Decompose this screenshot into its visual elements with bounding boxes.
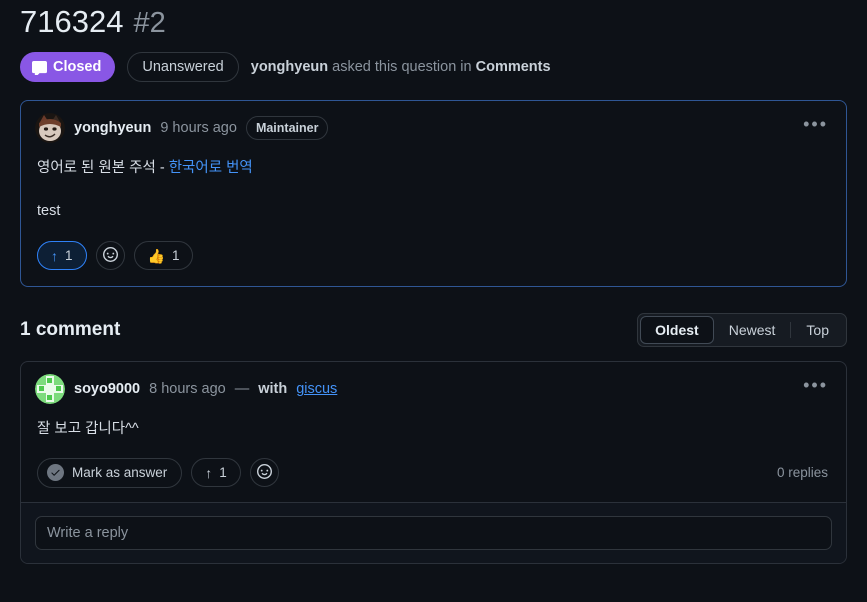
smiley-icon — [256, 463, 272, 482]
comment-with-label: with — [258, 381, 288, 398]
add-reaction-button[interactable] — [95, 241, 125, 271]
add-reaction-button[interactable] — [249, 458, 279, 488]
comment-text: 잘 보고 갑니다^^ — [37, 421, 139, 438]
comments-count-heading: 1 comment — [20, 319, 121, 341]
byline-middle: asked this question in — [328, 59, 476, 75]
discussion-byline: yonghyeun asked this question in Comment… — [251, 59, 551, 75]
page-title: 716324 — [20, 4, 124, 39]
comment-body: 잘 보고 갑니다^^ — [21, 408, 846, 443]
byline-author[interactable]: yonghyeun — [251, 59, 328, 75]
sort-option-oldest[interactable]: Oldest — [640, 316, 714, 345]
discussion-number: #2 — [133, 7, 166, 39]
body-inline-link[interactable]: 한국어로 번역 — [169, 160, 253, 176]
comment-author[interactable]: yonghyeun — [74, 120, 151, 136]
body-text-plain: 영어로 된 원본 주석 - — [37, 160, 169, 176]
comment-author[interactable]: soyo9000 — [74, 381, 140, 397]
comment-actions-left: Mark as answer ↑ 1 — [37, 457, 279, 488]
sort-option-newest[interactable]: Newest — [714, 316, 791, 344]
comments-section-header: 1 comment Oldest Newest Top — [20, 311, 847, 349]
upvote-count: 1 — [219, 464, 227, 480]
comment-dash: — — [234, 381, 250, 398]
smiley-icon — [102, 247, 118, 265]
upvote-button[interactable]: ↑ 1 — [191, 458, 241, 488]
status-badge-closed: Closed — [20, 52, 116, 82]
answered-badge: Unanswered — [127, 52, 239, 82]
reply-panel — [21, 501, 846, 563]
avatar[interactable] — [35, 374, 65, 405]
giscus-link[interactable]: giscus — [296, 381, 337, 397]
avatar[interactable] — [35, 113, 65, 143]
discussion-page: 716324 #2 Closed Unanswered yonghyeun as… — [0, 0, 867, 602]
mark-as-answer-label: Mark as answer — [72, 465, 168, 481]
check-circle-icon — [47, 464, 64, 482]
thumbs-up-count: 1 — [171, 248, 180, 264]
kebab-menu-icon[interactable]: ••• — [799, 374, 832, 396]
comment-timestamp[interactable]: 9 hours ago — [160, 120, 237, 136]
comment-timestamp[interactable]: 8 hours ago — [149, 381, 226, 397]
original-post-body: 영어로 된 원본 주석 - 한국어로 번역 test — [21, 147, 846, 225]
reply-input[interactable] — [35, 515, 832, 550]
mark-as-answer-button[interactable]: Mark as answer — [37, 457, 183, 488]
page-title-row: 716324 #2 — [20, 0, 847, 46]
comment-card: soyo9000 8 hours ago — with giscus ••• 잘… — [20, 361, 847, 564]
original-post-card: yonghyeun 9 hours ago Maintainer ••• 영어로… — [20, 100, 847, 288]
upvote-button[interactable]: ↑ 1 — [37, 241, 87, 271]
comment-header: soyo9000 8 hours ago — with giscus ••• — [21, 362, 846, 408]
replies-count: 0 replies — [776, 465, 828, 481]
sort-toggle-group: Oldest Newest Top — [637, 313, 847, 348]
byline-category[interactable]: Comments — [476, 59, 551, 75]
up-arrow-icon: ↑ — [51, 247, 58, 264]
discussion-closed-icon — [32, 60, 47, 75]
kebab-menu-icon[interactable]: ••• — [799, 113, 832, 135]
role-badge-maintainer: Maintainer — [245, 115, 329, 141]
sort-option-top[interactable]: Top — [791, 316, 844, 344]
thumbs-up-reaction-button[interactable]: 👍 1 — [133, 241, 194, 271]
body-paragraph-1: 영어로 된 원본 주석 - 한국어로 번역 — [37, 157, 830, 180]
status-badge-label: Closed — [53, 58, 102, 75]
up-arrow-icon: ↑ — [205, 464, 213, 481]
thumbs-up-icon: 👍 — [147, 247, 165, 264]
body-paragraph-2: test — [37, 203, 61, 220]
original-post-reactions: ↑ 1 👍 1 — [21, 225, 846, 286]
upvote-count: 1 — [65, 248, 73, 264]
discussion-meta-row: Closed Unanswered yonghyeun asked this q… — [20, 46, 847, 88]
comment-actions-row: Mark as answer ↑ 1 0 replies — [21, 444, 846, 502]
original-post-header: yonghyeun 9 hours ago Maintainer ••• — [21, 101, 846, 147]
